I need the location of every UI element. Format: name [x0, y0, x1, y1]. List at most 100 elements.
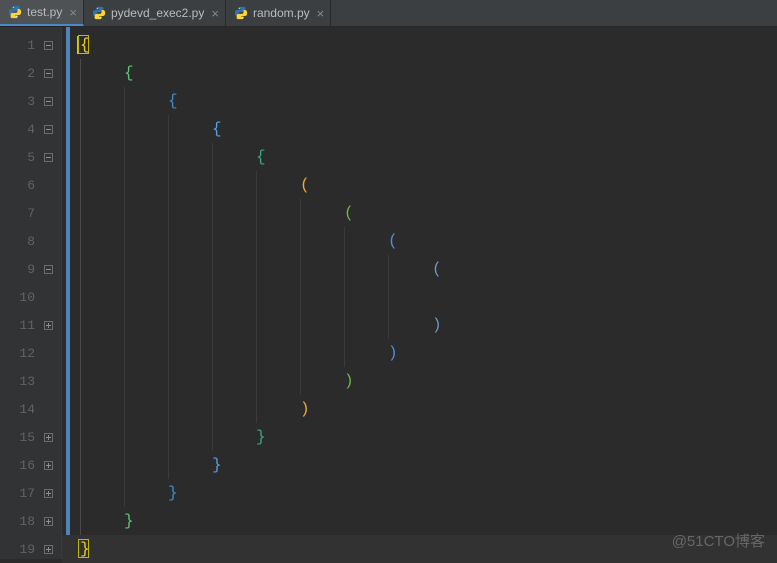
indent-guide — [124, 367, 125, 395]
indent-guide — [80, 143, 81, 171]
indent-guide — [124, 171, 125, 199]
indent-guide — [168, 395, 169, 423]
code-line: { — [62, 59, 777, 87]
fold-open-icon[interactable] — [44, 265, 53, 274]
code-line: { — [62, 143, 777, 171]
indent-guide — [80, 395, 81, 423]
code-line: } — [62, 479, 777, 507]
indent-guide — [256, 339, 257, 367]
line-number: 5 — [3, 150, 35, 165]
indent-guide — [80, 283, 81, 311]
line-number: 19 — [3, 542, 35, 557]
indent-guide — [212, 283, 213, 311]
fold-close-icon[interactable] — [44, 489, 53, 498]
indent-guide — [256, 199, 257, 227]
indent-guide — [344, 311, 345, 339]
gutter-row: 11 — [0, 311, 61, 339]
indent-guide — [212, 143, 213, 171]
close-icon[interactable]: × — [317, 7, 325, 20]
tab-random-py[interactable]: random.py× — [226, 0, 331, 26]
indent-guide — [212, 255, 213, 283]
bracket-char: ) — [300, 401, 310, 417]
fold-close-icon[interactable] — [44, 461, 53, 470]
indent-guide — [80, 451, 81, 479]
bracket-char: ( — [388, 233, 398, 249]
gutter-row: 16 — [0, 451, 61, 479]
tab-label: pydevd_exec2.py — [111, 6, 204, 20]
bracket-char: { — [212, 121, 222, 137]
bracket-char: } — [212, 457, 222, 473]
line-number: 14 — [3, 402, 35, 417]
indent-guide — [300, 283, 301, 311]
bracket-char: } — [124, 513, 134, 529]
indent-guide — [168, 311, 169, 339]
indent-guide — [212, 199, 213, 227]
indent-guide — [124, 199, 125, 227]
code-area[interactable]: {{{{{(((())))}}}}} — [62, 27, 777, 559]
indent-guide — [124, 339, 125, 367]
indent-guide — [212, 311, 213, 339]
indent-guide — [212, 395, 213, 423]
fold-open-icon[interactable] — [44, 69, 53, 78]
tab-test-py[interactable]: test.py× — [0, 0, 84, 26]
indent-guide — [168, 339, 169, 367]
indent-guide — [124, 451, 125, 479]
indent-guide — [212, 367, 213, 395]
indent-guide — [388, 311, 389, 339]
code-line: ) — [62, 339, 777, 367]
gutter-row: 10 — [0, 283, 61, 311]
bracket-char: { — [168, 93, 178, 109]
indent-guide — [168, 451, 169, 479]
code-line: ) — [62, 367, 777, 395]
fold-close-icon[interactable] — [44, 433, 53, 442]
code-line: } — [62, 451, 777, 479]
indent-guide — [168, 283, 169, 311]
fold-close-icon[interactable] — [44, 545, 53, 554]
line-number: 8 — [3, 234, 35, 249]
gutter-row: 8 — [0, 227, 61, 255]
gutter-row: 5 — [0, 143, 61, 171]
gutter-row: 7 — [0, 199, 61, 227]
tab-pydevd_exec2-py[interactable]: pydevd_exec2.py × — [84, 0, 226, 26]
indent-guide — [124, 255, 125, 283]
code-line: { — [62, 87, 777, 115]
close-icon[interactable]: × — [69, 6, 77, 19]
bracket-char: } — [256, 429, 266, 445]
code-line: } — [62, 423, 777, 451]
code-line: { — [62, 115, 777, 143]
indent-guide — [212, 339, 213, 367]
indent-guide — [344, 255, 345, 283]
line-number: 2 — [3, 66, 35, 81]
indent-guide — [300, 367, 301, 395]
gutter-row: 6 — [0, 171, 61, 199]
fold-open-icon[interactable] — [44, 97, 53, 106]
line-number: 7 — [3, 206, 35, 221]
indent-guide — [80, 367, 81, 395]
indent-guide — [344, 339, 345, 367]
code-line: ( — [62, 255, 777, 283]
fold-open-icon[interactable] — [44, 153, 53, 162]
tab-bar: test.py×pydevd_exec2.py×random.py× — [0, 0, 777, 27]
fold-open-icon[interactable] — [44, 41, 53, 50]
close-icon[interactable]: × — [211, 7, 219, 20]
bracket-char: { — [80, 37, 90, 53]
code-line: ) — [62, 311, 777, 339]
gutter-row: 12 — [0, 339, 61, 367]
indent-guide — [80, 255, 81, 283]
gutter-row: 4 — [0, 115, 61, 143]
indent-guide — [80, 199, 81, 227]
gutter: 12345678910111213141516171819 — [0, 27, 62, 559]
indent-guide — [388, 255, 389, 283]
gutter-row: 2 — [0, 59, 61, 87]
indent-guide — [80, 479, 81, 507]
fold-close-icon[interactable] — [44, 517, 53, 526]
indent-guide — [256, 311, 257, 339]
indent-guide — [300, 311, 301, 339]
indent-guide — [256, 227, 257, 255]
fold-open-icon[interactable] — [44, 125, 53, 134]
indent-guide — [300, 199, 301, 227]
indent-guide — [344, 227, 345, 255]
indent-guide — [124, 143, 125, 171]
code-line: ( — [62, 171, 777, 199]
fold-close-icon[interactable] — [44, 321, 53, 330]
